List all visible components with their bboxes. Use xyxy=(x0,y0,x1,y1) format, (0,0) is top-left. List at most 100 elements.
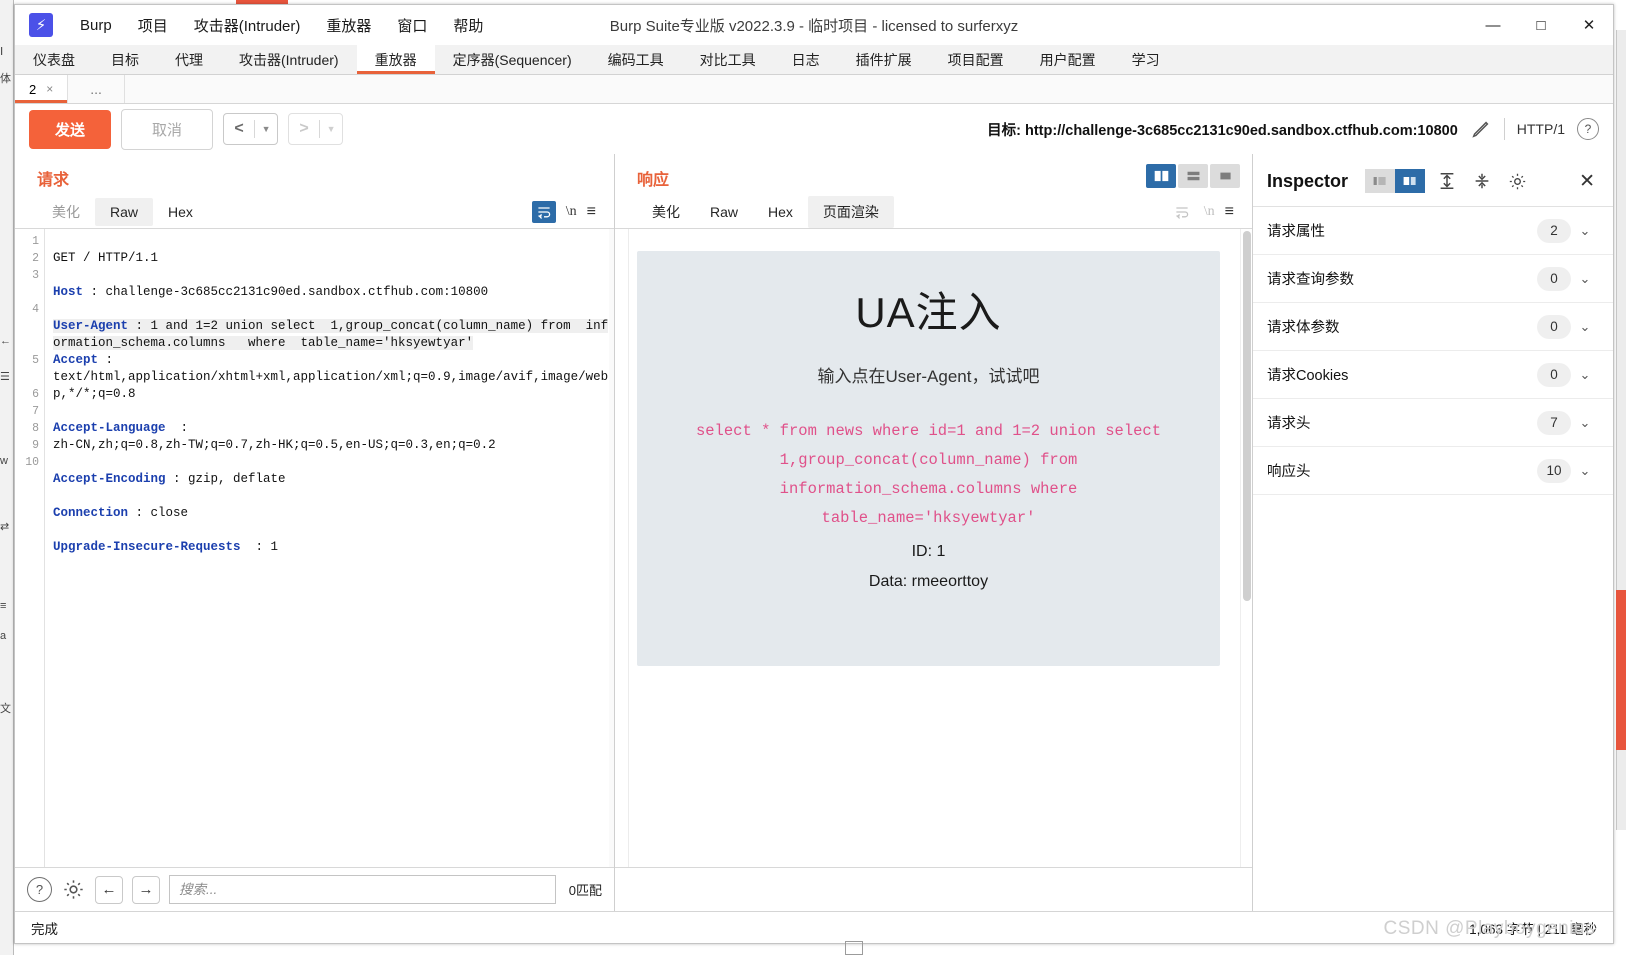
menu-item-repeater[interactable]: 重放器 xyxy=(313,9,384,42)
tab-project-options[interactable]: 项目配置 xyxy=(930,45,1022,74)
request-raw-text[interactable]: GET / HTTP/1.1 Host : challenge-3c685cc2… xyxy=(45,229,614,867)
single-view-icon[interactable] xyxy=(1210,164,1240,188)
tab-logger[interactable]: 日志 xyxy=(774,45,838,74)
inspector-row-request-cookies[interactable]: 请求Cookies 0 ⌄ xyxy=(1253,351,1613,399)
close-button[interactable]: ✕ xyxy=(1565,5,1613,45)
response-tab-pretty[interactable]: 美化 xyxy=(637,196,695,228)
chevron-down-icon[interactable]: ⌄ xyxy=(1571,319,1599,335)
help-icon[interactable]: ? xyxy=(1577,118,1599,140)
tab-extensions[interactable]: 插件扩展 xyxy=(838,45,930,74)
tab-comparer[interactable]: 对比工具 xyxy=(682,45,774,74)
tab-sequencer[interactable]: 定序器(Sequencer) xyxy=(435,45,590,74)
chevron-down-icon[interactable]: ⌄ xyxy=(1571,223,1599,239)
cancel-button[interactable]: 取消 xyxy=(121,108,214,150)
burp-suite-window: ⚡ Burp 项目 攻击器(Intruder) 重放器 窗口 帮助 Burp S… xyxy=(14,4,1614,944)
inspector-row-request-headers[interactable]: 请求头 7 ⌄ xyxy=(1253,399,1613,447)
menu-item-burp[interactable]: Burp xyxy=(67,11,125,40)
split-view-icon[interactable] xyxy=(1146,164,1176,188)
chevron-down-icon[interactable]: ⌄ xyxy=(1571,463,1599,479)
inspector-row-label: 请求Cookies xyxy=(1267,368,1349,384)
gear-icon[interactable] xyxy=(61,877,86,902)
request-tab-pretty[interactable]: 美化 xyxy=(37,196,95,228)
response-stats: 1,063 字节 | 211 毫秒 xyxy=(1469,921,1597,937)
main-tab-strip: 仪表盘 目标 代理 攻击器(Intruder) 重放器 定序器(Sequence… xyxy=(15,45,1613,75)
stacked-view-icon[interactable] xyxy=(1178,164,1208,188)
tab-target[interactable]: 目标 xyxy=(93,45,157,74)
minimize-button[interactable]: — xyxy=(1469,5,1517,45)
inspector-row-request-attributes[interactable]: 请求属性 2 ⌄ xyxy=(1253,207,1613,255)
request-editor[interactable]: 1 2 3 4 5 6 7 8 9 10 GET / HTTP/1.1 Host… xyxy=(15,228,614,867)
header-name: Accept-Language xyxy=(53,421,166,435)
word-wrap-icon[interactable] xyxy=(1170,201,1194,223)
chevron-down-icon[interactable]: ⌄ xyxy=(1571,367,1599,383)
chevron-left-icon[interactable]: < xyxy=(224,114,254,144)
chevron-right-icon[interactable]: > xyxy=(289,114,319,144)
chevron-down-icon[interactable]: ⌄ xyxy=(1571,415,1599,431)
repeater-tab-2[interactable]: 2 × xyxy=(15,75,69,103)
response-tab-render[interactable]: 页面渲染 xyxy=(807,196,894,228)
edit-pencil-icon[interactable] xyxy=(1470,118,1492,140)
request-scrollbar[interactable] xyxy=(609,229,614,867)
response-menu-icon[interactable]: ≡ xyxy=(1225,203,1234,221)
window-controls: — □ ✕ xyxy=(1469,5,1613,45)
line-number: 10 xyxy=(25,456,39,469)
inspector-split-icon[interactable] xyxy=(1395,169,1426,193)
send-button[interactable]: 发送 xyxy=(29,109,112,149)
result-data-line: Data: rmeeorttoy xyxy=(868,573,989,590)
request-find-bar: ? ← → 0匹配 xyxy=(15,867,614,911)
request-line-5: Accept-Language : zh-CN,zh;q=0.8,zh-TW;q… xyxy=(53,420,614,454)
request-tab-hex[interactable]: Hex xyxy=(153,198,208,226)
tab-user-options[interactable]: 用户配置 xyxy=(1022,45,1114,74)
menu-item-project[interactable]: 项目 xyxy=(125,9,181,42)
chevron-down-icon[interactable]: ⌄ xyxy=(1571,271,1599,287)
find-previous-button[interactable]: ← xyxy=(95,875,123,904)
request-panel-title: 请求 xyxy=(37,172,70,189)
page-title: UA注入 xyxy=(855,289,1002,336)
tab-dashboard[interactable]: 仪表盘 xyxy=(15,45,93,74)
repeater-tab-label: 2 xyxy=(29,81,37,97)
newline-icon[interactable]: \n xyxy=(566,204,577,220)
workspace: 请求 美化 Raw Hex \n ≡ 1 2 3 4 5 6 7 8 9 10 … xyxy=(15,154,1613,911)
response-tab-hex[interactable]: Hex xyxy=(753,198,808,226)
line-number: 1 xyxy=(32,235,39,248)
repeater-add-tab-button[interactable]: ... xyxy=(68,75,125,103)
render-vertical-scrollbar[interactable] xyxy=(1240,229,1252,867)
chevron-down-icon[interactable]: ▼ xyxy=(320,114,342,144)
find-next-button[interactable]: → xyxy=(132,875,160,904)
request-menu-icon[interactable]: ≡ xyxy=(587,203,596,221)
tab-repeater[interactable]: 重放器 xyxy=(356,45,435,74)
inspector-row-body-parameters[interactable]: 请求体参数 0 ⌄ xyxy=(1253,303,1613,351)
tab-learn[interactable]: 学习 xyxy=(1114,45,1178,74)
http-version-selector[interactable]: HTTP/1 xyxy=(1517,121,1565,137)
inspector-close-icon[interactable]: ✕ xyxy=(1573,170,1601,193)
tab-decoder[interactable]: 编码工具 xyxy=(590,45,682,74)
burp-logo-icon: ⚡ xyxy=(29,13,53,37)
close-icon[interactable]: × xyxy=(46,82,53,96)
maximize-button[interactable]: □ xyxy=(1517,5,1565,45)
response-tab-raw[interactable]: Raw xyxy=(695,198,753,226)
help-icon[interactable]: ? xyxy=(27,877,52,902)
inspector-docked-icon[interactable] xyxy=(1365,169,1396,193)
rendered-page-card: UA注入 输入点在User-Agent，试试吧 select * from ne… xyxy=(637,251,1220,666)
action-toolbar: 发送 取消 < ▼ > ▼ 目标: http://challenge-3c685… xyxy=(15,104,1613,154)
menu-item-window[interactable]: 窗口 xyxy=(384,9,440,42)
tab-intruder[interactable]: 攻击器(Intruder) xyxy=(221,45,357,74)
inspector-panel: Inspector ✕ 请求属性 2 ⌄ 请求查询参数 0 ⌄ 请求体参数 0 … xyxy=(1253,154,1613,911)
word-wrap-icon[interactable] xyxy=(531,201,556,223)
request-tab-raw[interactable]: Raw xyxy=(95,198,154,226)
search-input[interactable] xyxy=(169,875,556,904)
menu-item-help[interactable]: 帮助 xyxy=(440,9,496,42)
expand-all-icon[interactable] xyxy=(1434,168,1460,194)
gear-icon[interactable] xyxy=(1504,168,1530,194)
history-forward-group[interactable]: > ▼ xyxy=(288,113,344,145)
chevron-down-icon[interactable]: ▼ xyxy=(255,114,277,144)
history-back-group[interactable]: < ▼ xyxy=(223,113,279,145)
inspector-row-response-headers[interactable]: 响应头 10 ⌄ xyxy=(1253,447,1613,495)
newline-icon[interactable]: \n xyxy=(1204,204,1215,220)
inspector-layout-toggle[interactable] xyxy=(1365,169,1426,193)
line-number: 8 xyxy=(32,422,39,435)
menu-item-intruder[interactable]: 攻击器(Intruder) xyxy=(181,9,314,42)
tab-proxy[interactable]: 代理 xyxy=(157,45,221,74)
inspector-row-query-parameters[interactable]: 请求查询参数 0 ⌄ xyxy=(1253,255,1613,303)
collapse-all-icon[interactable] xyxy=(1469,168,1495,194)
